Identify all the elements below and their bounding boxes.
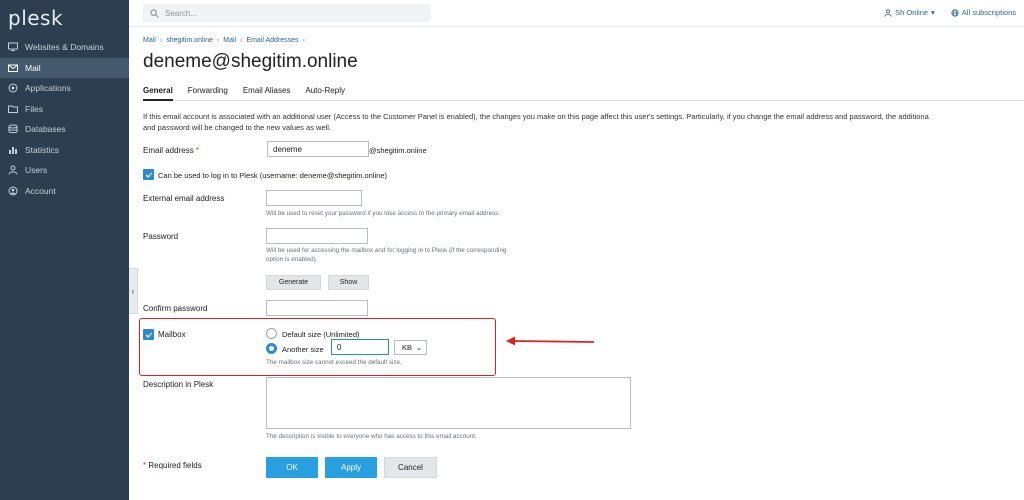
description-label: Description in Plesk bbox=[143, 380, 214, 389]
sidebar-item-label: Databases bbox=[25, 124, 66, 135]
description-textarea[interactable] bbox=[266, 377, 631, 429]
check-icon bbox=[145, 332, 152, 338]
required-mark: * bbox=[195, 146, 200, 155]
search-icon bbox=[150, 8, 159, 18]
intro-line: and password will be changed to the new … bbox=[143, 123, 332, 132]
mail-icon bbox=[8, 63, 18, 73]
sidebar-item-websites-domains[interactable]: Websites & Domains bbox=[0, 37, 129, 58]
chevron-down-icon: ▾ bbox=[931, 8, 935, 17]
sidebar-item-label: Account bbox=[25, 185, 56, 196]
users-icon bbox=[8, 165, 18, 175]
intro-line: If this email account is associated with… bbox=[143, 112, 929, 121]
size-unit-select[interactable]: KB ⌄ bbox=[394, 340, 427, 355]
email-domain: @shegitim.online bbox=[369, 146, 427, 155]
applications-icon bbox=[8, 83, 18, 93]
mailbox-checkbox[interactable] bbox=[143, 329, 154, 340]
user-name: Sh Online bbox=[895, 8, 929, 17]
search-input[interactable]: Search... bbox=[143, 4, 431, 22]
sidebar-collapse-toggle[interactable]: ‹ bbox=[129, 268, 138, 314]
external-email-label: External email address bbox=[143, 194, 225, 203]
confirm-password-label: Confirm password bbox=[143, 304, 208, 313]
sidebar: plesk Websites & Domains Mail Applicatio… bbox=[0, 0, 129, 500]
show-button[interactable]: Show bbox=[328, 275, 369, 290]
folder-icon bbox=[8, 104, 18, 114]
breadcrumb-item[interactable]: Mail bbox=[223, 37, 236, 44]
sidebar-item-account[interactable]: Account bbox=[0, 181, 129, 202]
login-checkbox[interactable] bbox=[143, 169, 154, 180]
user-icon bbox=[884, 8, 892, 17]
apply-button[interactable]: Apply bbox=[325, 457, 377, 478]
page-title: deneme@shegitim.online bbox=[143, 51, 358, 72]
email-label: Email address * bbox=[143, 146, 200, 155]
sidebar-item-label: Mail bbox=[25, 62, 41, 73]
sidebar-item-label: Applications bbox=[25, 83, 71, 94]
statistics-icon bbox=[8, 145, 18, 155]
mailbox-hint: The mailbox size cannot exceed the defau… bbox=[266, 359, 402, 366]
user-menu[interactable]: Sh Online ▾ bbox=[884, 8, 935, 17]
generate-button[interactable]: Generate bbox=[266, 275, 321, 290]
globe-icon bbox=[951, 8, 959, 17]
another-size-radio[interactable] bbox=[266, 343, 277, 354]
account-icon bbox=[8, 186, 18, 196]
tab-forwarding[interactable]: Forwarding bbox=[188, 86, 228, 101]
cancel-button[interactable]: Cancel bbox=[384, 457, 437, 478]
sidebar-item-databases[interactable]: Databases bbox=[0, 119, 129, 140]
mailbox-size-input[interactable]: 0 bbox=[331, 339, 389, 355]
password-label: Password bbox=[143, 232, 179, 241]
password-hint: Will be used for accessing the mailbox a… bbox=[266, 247, 507, 263]
chevron-left-icon: ‹ bbox=[131, 286, 135, 296]
description-hint: The description is visible to everyone w… bbox=[266, 433, 477, 440]
tab-email-aliases[interactable]: Email Aliases bbox=[243, 86, 291, 101]
sidebar-item-label: Websites & Domains bbox=[25, 42, 104, 53]
default-size-radio[interactable] bbox=[266, 328, 277, 339]
sidebar-nav: Websites & Domains Mail Applications Fil… bbox=[0, 37, 129, 201]
size-unit-value: KB bbox=[402, 343, 413, 352]
sidebar-item-label: Statistics bbox=[25, 144, 60, 155]
sidebar-item-files[interactable]: Files bbox=[0, 99, 129, 120]
intro-text: If this email account is associated with… bbox=[143, 111, 1024, 133]
sidebar-item-label: Files bbox=[25, 103, 43, 114]
confirm-password-field[interactable] bbox=[266, 300, 368, 316]
ok-button[interactable]: OK bbox=[266, 457, 318, 478]
database-icon bbox=[8, 124, 18, 134]
external-email-hint: Will be used to reset your password if y… bbox=[266, 210, 501, 217]
tabs: General Forwarding Email Aliases Auto-Re… bbox=[143, 86, 1024, 101]
chevron-down-icon: ⌄ bbox=[415, 343, 422, 352]
required-fields-note: * Required fields bbox=[143, 461, 202, 470]
password-field[interactable] bbox=[266, 228, 368, 244]
login-checkbox-label: Can be used to log in to Plesk (username… bbox=[158, 171, 387, 180]
email-field[interactable]: deneme bbox=[267, 141, 369, 157]
sidebar-item-mail[interactable]: Mail bbox=[0, 57, 129, 78]
breadcrumb-item[interactable]: shegitim.online bbox=[166, 37, 213, 44]
breadcrumb-item[interactable]: Mail bbox=[143, 37, 156, 44]
topbar-right: Sh Online ▾ All subscriptions bbox=[884, 8, 1016, 17]
tab-general[interactable]: General bbox=[143, 86, 173, 101]
sidebar-item-users[interactable]: Users bbox=[0, 160, 129, 181]
subscriptions-menu[interactable]: All subscriptions bbox=[951, 8, 1016, 17]
external-email-field[interactable] bbox=[266, 190, 362, 206]
mailbox-label: Mailbox bbox=[158, 330, 186, 339]
breadcrumb-item[interactable]: Email Addresses bbox=[246, 37, 298, 44]
tab-auto-reply[interactable]: Auto-Reply bbox=[305, 86, 345, 101]
monitor-icon bbox=[8, 42, 18, 52]
sidebar-item-statistics[interactable]: Statistics bbox=[0, 140, 129, 161]
breadcrumb: Mail › shegitim.online › Mail › Email Addre… bbox=[143, 37, 305, 44]
another-size-label: Another size bbox=[282, 345, 324, 354]
search-placeholder: Search... bbox=[165, 8, 198, 18]
annotation-arrow-icon bbox=[506, 336, 595, 346]
plesk-logo[interactable]: plesk bbox=[8, 6, 63, 30]
sidebar-item-label: Users bbox=[25, 165, 48, 176]
default-size-label: Default size (Unlimited) bbox=[282, 330, 360, 339]
sidebar-item-applications[interactable]: Applications bbox=[0, 78, 129, 99]
check-icon bbox=[145, 172, 152, 178]
subscriptions-label: All subscriptions bbox=[961, 8, 1016, 17]
topbar: Search... Sh Online ▾ All subscriptions bbox=[129, 0, 1024, 27]
